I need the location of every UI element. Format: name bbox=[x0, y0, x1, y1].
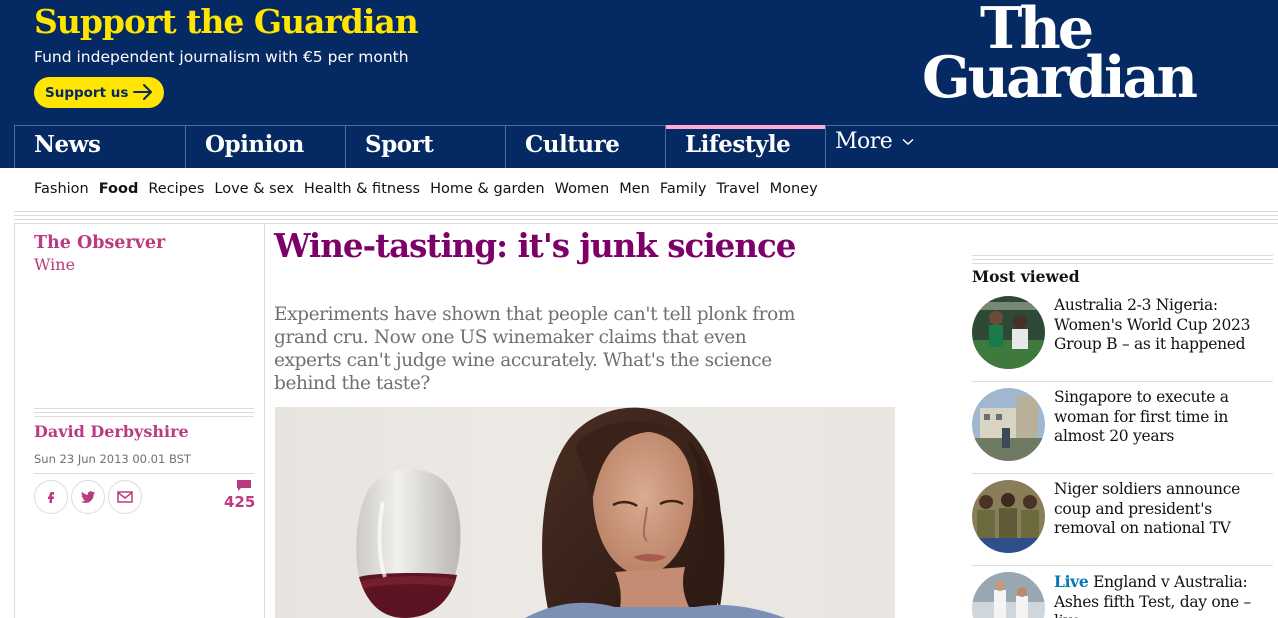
most-viewed-title: Most viewed bbox=[972, 267, 1080, 286]
article-headline: Wine-tasting: it's junk science bbox=[274, 226, 796, 265]
divider bbox=[14, 211, 1278, 212]
subnav-food[interactable]: Food bbox=[99, 181, 139, 197]
column-border bbox=[14, 224, 15, 618]
series-label[interactable]: The Observer bbox=[34, 233, 165, 253]
logo-line-2: Guardian bbox=[922, 44, 1198, 112]
masthead: Support the Guardian Fund independent jo… bbox=[0, 0, 1278, 168]
divider bbox=[34, 408, 254, 409]
support-title: Support the Guardian bbox=[34, 2, 419, 41]
comment-count[interactable]: 425 bbox=[224, 493, 255, 511]
most-viewed-thumbnail bbox=[972, 296, 1045, 369]
most-viewed-item[interactable]: Niger soldiers announce coup and preside… bbox=[972, 480, 1273, 556]
divider bbox=[972, 473, 1273, 474]
share-facebook-button[interactable] bbox=[34, 480, 68, 514]
pillar-more-label: More bbox=[835, 129, 893, 154]
subnav-men[interactable]: Men bbox=[619, 181, 650, 197]
pillar-sport[interactable]: Sport bbox=[345, 125, 505, 168]
most-viewed-headline: Singapore to execute a woman for first t… bbox=[1054, 388, 1229, 445]
divider bbox=[34, 416, 254, 417]
divider bbox=[972, 259, 1273, 260]
divider bbox=[972, 255, 1273, 256]
most-viewed-thumbnail bbox=[972, 388, 1045, 461]
support-subtitle: Fund independent journalism with €5 per … bbox=[34, 48, 409, 66]
pillar-opinion[interactable]: Opinion bbox=[185, 125, 345, 168]
subnav-health-fitness[interactable]: Health & fitness bbox=[304, 181, 420, 197]
share-email-button[interactable] bbox=[108, 480, 142, 514]
most-viewed-item[interactable]: Live England v Australia: Ashes fifth Te… bbox=[972, 572, 1273, 618]
most-viewed-thumbnail bbox=[972, 572, 1045, 618]
divider bbox=[14, 223, 1278, 224]
divider bbox=[972, 565, 1273, 566]
most-viewed-headline: Niger soldiers announce coup and preside… bbox=[1054, 480, 1240, 537]
subnav: Fashion Food Recipes Love & sex Health &… bbox=[34, 181, 828, 197]
arrow-right-icon bbox=[133, 84, 152, 100]
most-viewed-item[interactable]: Australia 2-3 Nigeria: Women's World Cup… bbox=[972, 296, 1273, 372]
hero-image bbox=[275, 407, 895, 618]
divider bbox=[34, 412, 254, 413]
pillar-nav: News Opinion Sport Culture Lifestyle Mor… bbox=[0, 125, 1278, 168]
live-badge: Live bbox=[1054, 572, 1089, 591]
article-standfirst: Experiments have shown that people can't… bbox=[274, 304, 795, 394]
most-viewed-item[interactable]: Singapore to execute a woman for first t… bbox=[972, 388, 1273, 464]
subnav-home-garden[interactable]: Home & garden bbox=[430, 181, 544, 197]
pillar-lifestyle[interactable]: Lifestyle bbox=[665, 125, 826, 168]
subnav-family[interactable]: Family bbox=[660, 181, 707, 197]
byline[interactable]: David Derbyshire bbox=[34, 422, 189, 441]
subnav-recipes[interactable]: Recipes bbox=[148, 181, 204, 197]
guardian-logo[interactable]: The Guardian bbox=[922, 0, 1222, 112]
support-us-button[interactable]: Support us bbox=[34, 77, 164, 108]
subnav-love-sex[interactable]: Love & sex bbox=[214, 181, 294, 197]
column-border bbox=[264, 224, 265, 618]
subnav-travel[interactable]: Travel bbox=[716, 181, 759, 197]
facebook-icon bbox=[48, 492, 54, 503]
section-label[interactable]: Wine bbox=[34, 255, 75, 274]
divider bbox=[14, 219, 1278, 220]
publish-date: Sun 23 Jun 2013 00.01 BST bbox=[34, 452, 191, 466]
pillar-news[interactable]: News bbox=[14, 125, 185, 168]
divider bbox=[972, 381, 1273, 382]
most-viewed-headline: Live England v Australia: Ashes fifth Te… bbox=[1054, 572, 1264, 618]
divider bbox=[972, 263, 1273, 264]
email-icon bbox=[117, 491, 133, 503]
divider bbox=[14, 215, 1278, 216]
chevron-down-icon bbox=[902, 138, 914, 146]
comment-icon bbox=[237, 480, 251, 491]
support-us-label: Support us bbox=[45, 84, 129, 101]
subnav-women[interactable]: Women bbox=[555, 181, 610, 197]
subnav-fashion[interactable]: Fashion bbox=[34, 181, 89, 197]
pillar-more[interactable]: More bbox=[825, 125, 945, 168]
divider bbox=[34, 473, 254, 474]
most-viewed-thumbnail bbox=[972, 480, 1045, 553]
subnav-money[interactable]: Money bbox=[770, 181, 818, 197]
share-twitter-button[interactable] bbox=[71, 480, 105, 514]
woman-wine-glass-photo bbox=[356, 407, 785, 618]
most-viewed-headline: Australia 2-3 Nigeria: Women's World Cup… bbox=[1054, 296, 1251, 353]
pillar-culture[interactable]: Culture bbox=[505, 125, 665, 168]
twitter-icon bbox=[81, 491, 95, 503]
